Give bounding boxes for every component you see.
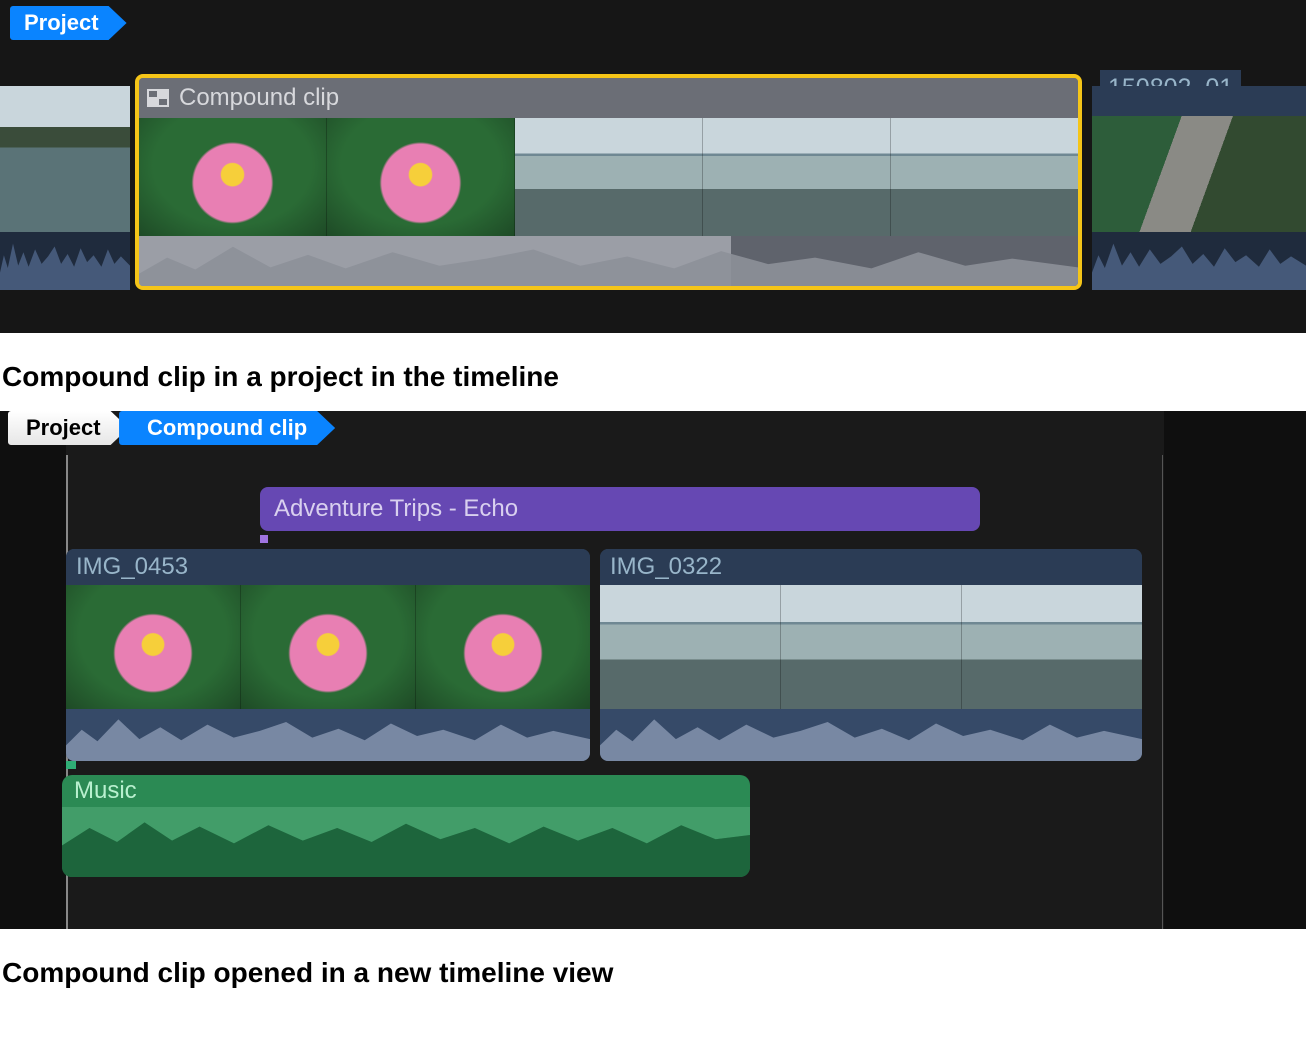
video-clip-neighbour-left[interactable] <box>0 86 130 290</box>
clip-audio-waveform <box>139 236 1078 290</box>
title-clip-connection-marker <box>260 535 268 543</box>
waveform-shape <box>600 709 1142 761</box>
audio-clip-music[interactable]: Music <box>62 775 750 877</box>
clip-title-text: IMG_0453 <box>66 549 590 585</box>
compound-clip-selected[interactable]: Compound clip <box>135 74 1082 290</box>
timeline-gutter-left <box>0 411 66 929</box>
clip-audio-waveform <box>1092 232 1306 290</box>
compound-clip-icon <box>147 89 169 107</box>
clip-thumbnails <box>139 118 1078 236</box>
clip-title-text: Adventure Trips - Echo <box>274 495 518 523</box>
clip-audio-waveform <box>0 232 130 290</box>
primary-storyline: IMG_0453 IMG_0322 <box>66 549 1142 761</box>
timeline-gutter-right <box>1164 411 1306 929</box>
clip-thumbnail <box>962 585 1142 709</box>
breadcrumb: Project <box>10 6 127 46</box>
clip-thumbnail <box>600 585 781 709</box>
video-clip-neighbour-right[interactable] <box>1092 86 1306 290</box>
clip-title-text: IMG_0322 <box>600 549 1142 585</box>
breadcrumb-project[interactable]: Project <box>8 411 129 445</box>
waveform-shape <box>1092 232 1306 290</box>
clip-thumbnail <box>1092 116 1306 232</box>
video-clip-1[interactable]: IMG_0453 <box>66 549 590 761</box>
clip-thumbnail <box>891 118 1078 236</box>
clip-thumbnails <box>66 585 590 709</box>
clip-audio-waveform <box>600 709 1142 761</box>
clip-title-text: Compound clip <box>179 84 339 112</box>
clip-thumbnail <box>327 118 515 236</box>
timeline-panel-project: Project Compound clip <box>0 0 1306 333</box>
clip-thumbnail <box>781 585 962 709</box>
audio-clip-connection-marker <box>66 761 76 769</box>
title-clip[interactable]: Adventure Trips - Echo <box>260 487 980 531</box>
clip-thumbnail <box>703 118 891 236</box>
clip-title-bar: Compound clip <box>139 78 1078 118</box>
clip-thumbnail <box>416 585 590 709</box>
clip-thumbnails <box>0 86 130 232</box>
clip-thumbnail <box>66 585 241 709</box>
clip-thumbnail <box>241 585 416 709</box>
clip-thumbnail <box>139 118 327 236</box>
figure-caption-2: Compound clip opened in a new timeline v… <box>0 929 1306 1007</box>
video-clip-2[interactable]: IMG_0322 <box>600 549 1142 761</box>
clip-audio-waveform <box>62 807 750 877</box>
clip-thumbnail <box>515 118 703 236</box>
clip-thumbnails <box>600 585 1142 709</box>
waveform-shape <box>0 232 130 290</box>
clip-thumbnail <box>0 86 130 232</box>
primary-storyline: Compound clip 150802_01 <box>0 74 1306 290</box>
breadcrumb: Project Compound clip <box>8 411 335 451</box>
timeline-panel-compound: Project Compound clip Adventure Trips - … <box>0 411 1306 929</box>
waveform-shape <box>66 709 590 761</box>
clip-thumbnails <box>1092 116 1306 232</box>
figure-caption-1: Compound clip in a project in the timeli… <box>0 333 1306 411</box>
clip-audio-waveform <box>66 709 590 761</box>
breadcrumb-project[interactable]: Project <box>10 6 127 40</box>
timeline-end-marker <box>1162 455 1163 929</box>
breadcrumb-compound-clip[interactable]: Compound clip <box>119 411 335 445</box>
clip-title-text: Music <box>62 775 750 807</box>
